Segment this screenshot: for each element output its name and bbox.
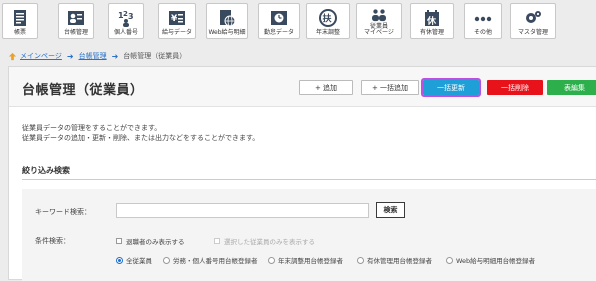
- description-line: 従業員データの追加・更新・削除、または出力などをすることができます。: [22, 134, 260, 142]
- svg-text:3: 3: [128, 12, 134, 21]
- add-button[interactable]: + 追加: [299, 80, 353, 95]
- toolbar-web-payslip-button[interactable]: Web給与明細: [206, 3, 248, 39]
- toolbar-label: 台帳管理: [63, 29, 88, 36]
- toolbar-label: 有休管理: [419, 29, 444, 36]
- toolbar-label: 年末調整: [315, 29, 340, 36]
- filter-box: キーワード検索： 検索 条件検索： 退職者のみ表示する 選択した従業員のみを表示…: [22, 189, 596, 281]
- condition-label: 条件検索：: [35, 237, 70, 245]
- main-toolbar: 帳票 台帳管理 1 2 3 個人番号 ¥ 給与データ Web給与明細 勤怠データ…: [0, 0, 596, 42]
- checkbox-label: 退職者のみ表示する: [126, 238, 185, 246]
- toolbar-label: Web給与明細: [208, 29, 246, 36]
- selected-only-checkbox[interactable]: 選択した従業員のみを表示する: [214, 236, 315, 246]
- toolbar-salary-data-button[interactable]: ¥ 給与データ: [158, 3, 196, 39]
- toolbar-paid-leave-button[interactable]: 休 有休管理: [410, 3, 454, 39]
- search-button[interactable]: 検索: [376, 202, 405, 218]
- toolbar-label: その他: [473, 29, 492, 36]
- radio-year-end[interactable]: 年末調整用台帳登録者: [268, 255, 343, 265]
- my-number-icon: 1 2 3: [118, 10, 134, 27]
- employee-mypage-icon: [372, 9, 386, 22]
- radio-labor-mynumber[interactable]: 労務・個人番号用台帳登録者: [163, 255, 258, 265]
- radio-dot: [163, 256, 170, 264]
- master-settings-icon: [526, 11, 541, 23]
- report-icon: [14, 10, 26, 26]
- svg-text:休: 休: [426, 15, 437, 27]
- radio-label: 年末調整用台帳登録者: [278, 257, 343, 265]
- paid-leave-icon: 休: [425, 10, 439, 27]
- radio-dot: [446, 256, 453, 264]
- breadcrumb-separator-icon: ➜: [111, 51, 119, 61]
- home-arrow-icon: [8, 52, 17, 60]
- page-title: 台帳管理（従業員）: [22, 83, 144, 98]
- svg-text:¥: ¥: [171, 14, 178, 24]
- toolbar-report-button[interactable]: 帳票: [2, 3, 38, 39]
- bulk-delete-button[interactable]: 一括削除: [487, 80, 543, 95]
- radio-dot: [116, 256, 123, 264]
- toolbar-more-button[interactable]: その他: [464, 3, 502, 39]
- toolbar-label: 給与データ: [161, 29, 192, 36]
- description-line: 従業員データの管理をすることができます。: [22, 124, 162, 132]
- toolbar-ledger-button[interactable]: 台帳管理: [58, 3, 94, 39]
- toolbar-label: 帳票: [13, 29, 26, 36]
- section-divider: [22, 179, 596, 180]
- radio-web-payslip[interactable]: Web給与明細用台帳登録者: [446, 255, 535, 265]
- retired-only-checkbox[interactable]: 退職者のみ表示する: [116, 236, 185, 246]
- breadcrumb-current: 台帳管理（従業員）: [123, 52, 187, 60]
- radio-label: 労務・個人番号用台帳登録者: [173, 257, 258, 265]
- checkbox-label: 選択した従業員のみを表示する: [224, 238, 315, 246]
- year-end-icon: 扶: [319, 9, 337, 27]
- bulk-update-button[interactable]: 一括更新: [421, 78, 481, 97]
- table-edit-button[interactable]: 表編集: [547, 80, 596, 95]
- bulk-add-button[interactable]: + 一括追加: [361, 80, 419, 95]
- attendance-icon: [271, 11, 287, 25]
- panel-header: 台帳管理（従業員） + 追加 + 一括追加 一括更新 一括削除 表編集: [9, 67, 596, 107]
- radio-all-employees[interactable]: 全従業員: [116, 255, 152, 265]
- ledger-icon: [68, 11, 84, 25]
- more-icon: [474, 16, 492, 22]
- checkbox-box: [116, 238, 122, 244]
- checkbox-box: [214, 238, 220, 244]
- toolbar-year-end-button[interactable]: 扶 年末調整: [306, 3, 350, 39]
- radio-paid-leave[interactable]: 有休管理用台帳登録者: [357, 255, 432, 265]
- radio-dot: [357, 256, 364, 264]
- toolbar-employee-mypage-button[interactable]: 従業員 マイページ: [356, 3, 402, 39]
- web-payslip-icon: [220, 10, 236, 27]
- toolbar-label: 個人番号: [113, 29, 138, 36]
- keyword-search-input[interactable]: [116, 203, 369, 218]
- breadcrumb-separator-icon: ➜: [66, 51, 74, 61]
- salary-data-icon: ¥: [169, 11, 185, 25]
- page-description: 従業員データの管理をすることができます。 従業員データの追加・更新・削除、または…: [22, 123, 259, 143]
- toolbar-my-number-button[interactable]: 1 2 3 個人番号: [108, 3, 144, 39]
- main-panel: 台帳管理（従業員） + 追加 + 一括追加 一括更新 一括削除 表編集 従業員デ…: [8, 66, 596, 281]
- filter-section-title: 絞り込み検索: [22, 166, 70, 175]
- toolbar-label: 勤怠データ: [263, 29, 294, 36]
- toolbar-attendance-button[interactable]: 勤怠データ: [258, 3, 300, 39]
- breadcrumb-home-link[interactable]: メインページ: [20, 51, 62, 61]
- breadcrumb: メインページ ➜ 台帳管理 ➜ 台帳管理（従業員）: [0, 49, 596, 63]
- radio-label: Web給与明細用台帳登録者: [456, 257, 536, 265]
- radio-dot: [268, 256, 275, 264]
- radio-label: 全従業員: [126, 257, 152, 265]
- breadcrumb-ledger-link[interactable]: 台帳管理: [79, 51, 107, 61]
- toolbar-label: マスタ管理: [517, 29, 548, 36]
- radio-label: 有休管理用台帳登録者: [367, 257, 432, 265]
- keyword-label: キーワード検索：: [35, 208, 91, 216]
- svg-text:扶: 扶: [323, 13, 333, 25]
- toolbar-master-settings-button[interactable]: マスタ管理: [510, 3, 556, 39]
- toolbar-label-line2: マイページ: [364, 29, 394, 36]
